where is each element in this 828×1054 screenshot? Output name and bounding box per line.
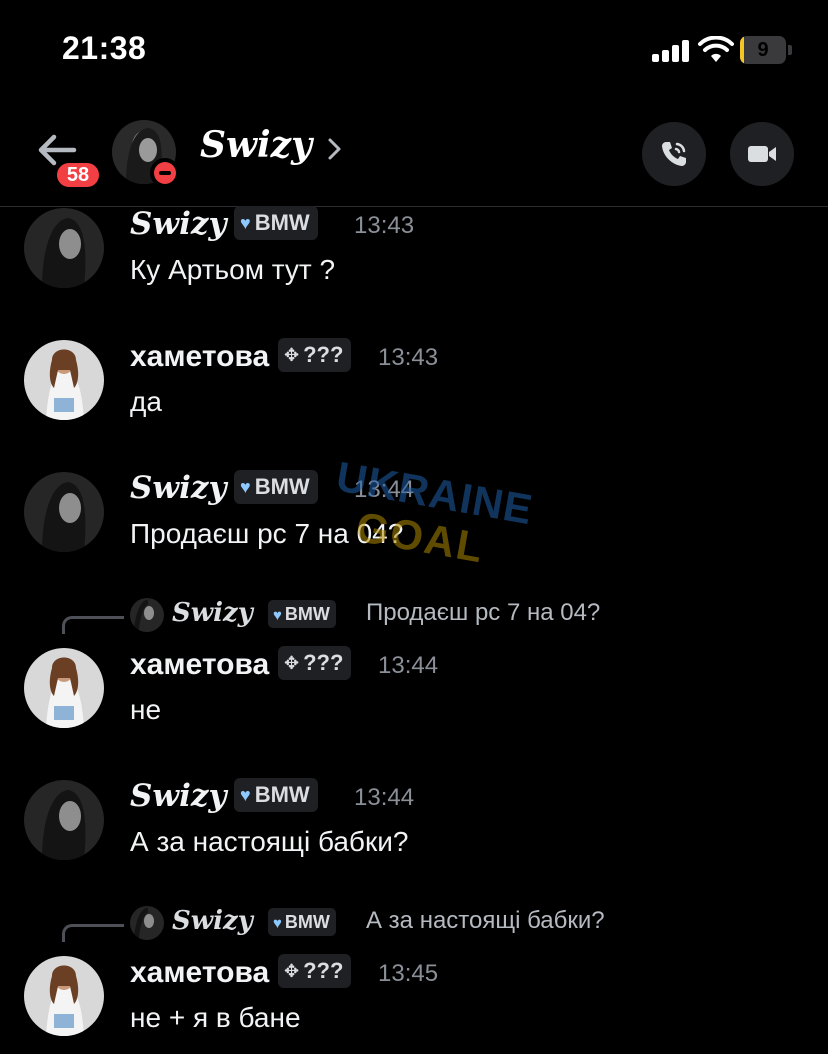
role-tag: ✥??? [278, 338, 352, 372]
role-tag: ♥ BMW [234, 470, 318, 504]
message-text: Продаєш рс 7 на 04? [130, 518, 404, 549]
message-timestamp: 13:44 [354, 476, 415, 503]
message-author[interactable]: Swizy [130, 470, 226, 506]
message-author[interactable]: Swizy [130, 206, 226, 242]
heart-icon: ♥ [240, 785, 251, 805]
heart-icon: ♥ [273, 607, 282, 624]
avatar[interactable] [24, 648, 104, 728]
message[interactable]: хаметова ✥??? 13:43 да [0, 338, 828, 448]
chevron-right-icon[interactable] [324, 136, 344, 162]
diamond-icon: ✥ [284, 345, 300, 365]
dnd-status-icon [150, 158, 180, 188]
reply-text: А за настоящі бабки? [366, 907, 605, 934]
message-timestamp: 13:43 [378, 344, 439, 371]
battery-percent: 9 [757, 39, 769, 61]
message-author[interactable]: хаметова [130, 956, 269, 990]
role-tag: ✥??? [278, 646, 352, 680]
avatar [130, 598, 164, 632]
voice-call-button[interactable] [642, 122, 706, 186]
avatar[interactable] [24, 208, 104, 288]
message-text: Ку Артьом тут ? [130, 254, 336, 285]
reply-connector [62, 616, 124, 634]
role-tag: ♥ BMW [268, 600, 336, 628]
avatar[interactable] [24, 956, 104, 1036]
channel-title[interactable]: Swizy [200, 124, 312, 166]
message[interactable]: хаметова ✥??? 13:45 не + я в бане [0, 954, 828, 1054]
message-text: А за настоящі бабки? [130, 826, 409, 857]
heart-icon: ♥ [273, 915, 282, 932]
message-text: не [130, 694, 162, 725]
reply-author: Swizy [172, 598, 253, 628]
message-text: не + я в бане [130, 1002, 301, 1033]
role-tag: ♥ BMW [268, 908, 336, 936]
message-timestamp: 13:43 [354, 212, 415, 239]
message[interactable]: Swizy ♥ BMW 13:44 Продаєш рс 7 на 04? [0, 470, 828, 580]
message-timestamp: 13:45 [378, 960, 439, 987]
message[interactable]: Swizy ♥ BMW 13:43 Ку Артьом тут ? [0, 206, 828, 316]
role-tag-label: BMW [254, 474, 310, 499]
battery-indicator: 9 [740, 36, 792, 64]
role-tag: ♥ BMW [234, 206, 318, 240]
message-author[interactable]: хаметова [130, 648, 269, 682]
role-tag: ✥??? [278, 954, 352, 988]
role-tag-label: ??? [303, 650, 344, 675]
role-tag-label: BMW [254, 782, 310, 807]
avatar[interactable] [24, 340, 104, 420]
video-call-button[interactable] [730, 122, 794, 186]
message-author[interactable]: Swizy [130, 778, 226, 814]
role-tag-label: BMW [284, 604, 330, 624]
avatar[interactable] [24, 472, 104, 552]
reply-preview[interactable]: Swizy ♥ BMW А за настоящі бабки? [0, 906, 828, 946]
message-timestamp: 13:44 [354, 784, 415, 811]
reply-connector [62, 924, 124, 942]
avatar [130, 906, 164, 940]
unread-count-badge: 58 [54, 160, 102, 190]
diamond-icon: ✥ [284, 961, 300, 981]
message-text: да [130, 386, 162, 417]
status-time: 21:38 [62, 30, 147, 66]
channel-header: 58 Swizy [0, 100, 828, 207]
message[interactable]: хаметова ✥??? 13:44 не [0, 646, 828, 756]
message-timestamp: 13:44 [378, 652, 439, 679]
role-tag-label: ??? [303, 342, 344, 367]
phone-call-icon [662, 142, 686, 166]
wifi-icon [698, 36, 734, 62]
heart-icon: ♥ [240, 477, 251, 497]
reply-text: Продаєш рс 7 на 04? [366, 599, 601, 626]
role-tag-label: BMW [284, 912, 330, 932]
status-bar: 21:38 9 [0, 0, 828, 100]
message-author[interactable]: хаметова [130, 340, 269, 374]
cellular-signal-icon [652, 40, 690, 62]
role-tag-label: BMW [254, 210, 310, 235]
role-tag: ♥ BMW [234, 778, 318, 812]
message[interactable]: Swizy ♥ BMW 13:44 А за настоящі бабки? [0, 778, 828, 888]
heart-icon: ♥ [240, 213, 251, 233]
video-camera-icon [748, 146, 776, 162]
avatar[interactable] [24, 780, 104, 860]
diamond-icon: ✥ [284, 653, 300, 673]
role-tag-label: ??? [303, 958, 344, 983]
reply-author: Swizy [172, 906, 253, 936]
reply-preview[interactable]: Swizy ♥ BMW Продаєш рс 7 на 04? [0, 598, 828, 638]
